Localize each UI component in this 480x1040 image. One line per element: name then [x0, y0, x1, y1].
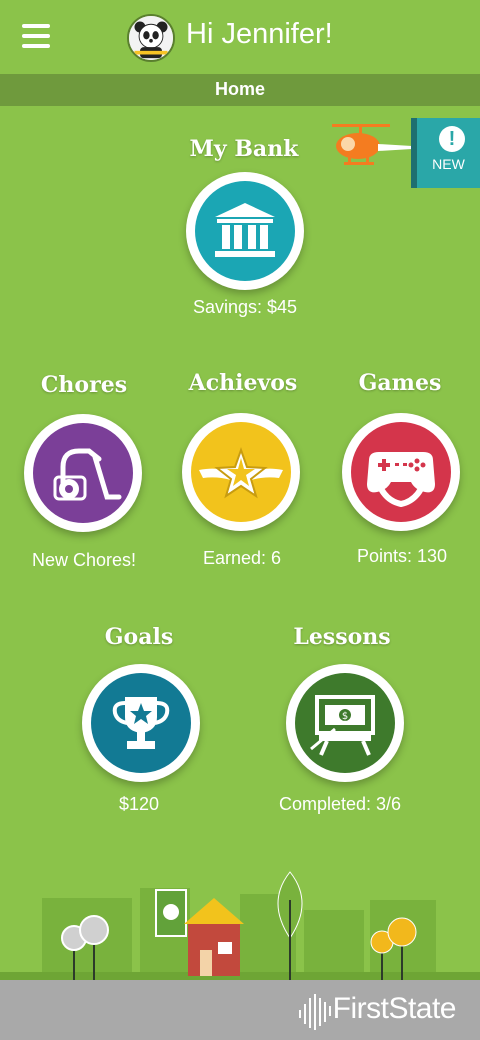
- firststate-logo-icon: [299, 994, 331, 1030]
- lessons-title: Lessons: [293, 624, 391, 650]
- helicopter-icon[interactable]: [328, 122, 412, 180]
- games-button[interactable]: [342, 413, 460, 531]
- page-title: Home: [214, 79, 265, 99]
- money-lesson-board-icon: $: [310, 695, 375, 756]
- bank-icon: [215, 203, 275, 257]
- bank-button[interactable]: [186, 172, 304, 290]
- goals-button[interactable]: [82, 664, 200, 782]
- lessons-button[interactable]: $: [286, 664, 404, 782]
- achievos-title: Achievos: [188, 370, 298, 396]
- winged-star-icon: [199, 446, 283, 499]
- exclamation-icon: !: [439, 126, 465, 152]
- greeting-title: Hi Jennifer!: [186, 18, 333, 50]
- top-bar: Hi Jennifer!: [0, 0, 480, 74]
- city-scenery: [0, 860, 480, 980]
- panda-avatar[interactable]: [127, 14, 175, 62]
- achievos-button[interactable]: [182, 413, 300, 531]
- new-label: NEW: [432, 156, 465, 172]
- chores-button[interactable]: [24, 414, 142, 532]
- chores-title: Chores: [40, 372, 128, 398]
- goals-title: Goals: [104, 624, 174, 650]
- vacuum-icon: [53, 448, 122, 501]
- bank-title: My Bank: [189, 136, 299, 162]
- hamburger-menu-icon[interactable]: [22, 24, 50, 48]
- game-controller-icon: [367, 452, 435, 508]
- brand-name: FirstState: [332, 992, 457, 1025]
- games-title: Games: [358, 370, 442, 396]
- page-header: Home: [0, 74, 480, 106]
- lessons-caption: Completed: 3/6: [278, 794, 402, 814]
- new-notification-flag[interactable]: ! NEW: [411, 118, 480, 188]
- svg-text:$: $: [342, 711, 348, 722]
- bank-caption: Savings: $45: [192, 297, 298, 317]
- footer-bar: FirstState: [0, 980, 480, 1040]
- trophy-icon: [112, 697, 170, 749]
- goals-caption: $120: [118, 794, 160, 814]
- games-caption: Points: 130: [356, 546, 448, 566]
